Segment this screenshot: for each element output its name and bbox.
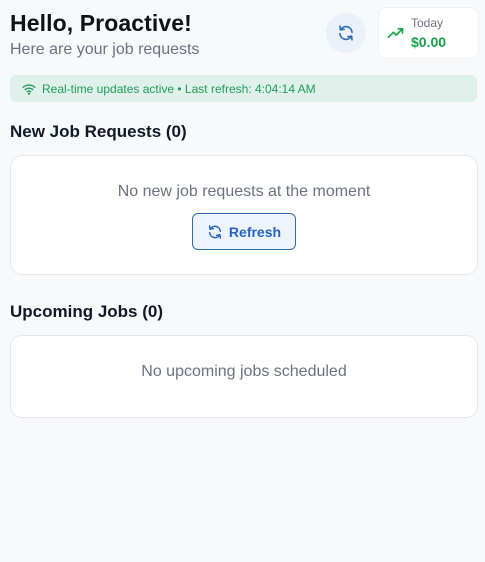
- today-earnings-card: Today $0.00: [378, 7, 479, 59]
- refresh-button[interactable]: Refresh: [192, 213, 296, 250]
- status-text: Real-time updates active • Last refresh:…: [42, 81, 316, 96]
- header: Hello, Proactive! Here are your job requ…: [10, 7, 479, 62]
- header-refresh-button[interactable]: [326, 13, 366, 53]
- new-requests-card: No new job requests at the moment Refres…: [10, 155, 478, 275]
- realtime-status-bar: Real-time updates active • Last refresh:…: [10, 75, 477, 102]
- upcoming-jobs-title: Upcoming Jobs (0): [10, 302, 164, 321]
- refresh-button-label: Refresh: [228, 223, 282, 240]
- trending-up-icon: [387, 27, 404, 39]
- upcoming-empty-message: No upcoming jobs scheduled: [141, 363, 347, 380]
- wifi-icon: [22, 83, 36, 95]
- earnings-value: $0.00: [411, 34, 447, 50]
- refresh-icon: [208, 224, 221, 239]
- refresh-icon: [339, 25, 353, 41]
- page-title: Hello, Proactive!: [10, 10, 192, 36]
- upcoming-jobs-card: No upcoming jobs scheduled: [10, 335, 478, 418]
- new-requests-title: New Job Requests (0): [10, 122, 187, 141]
- earnings-label: Today: [411, 16, 444, 30]
- new-requests-empty-message: No new job requests at the moment: [117, 183, 371, 200]
- page-subtitle: Here are your job requests: [10, 41, 200, 58]
